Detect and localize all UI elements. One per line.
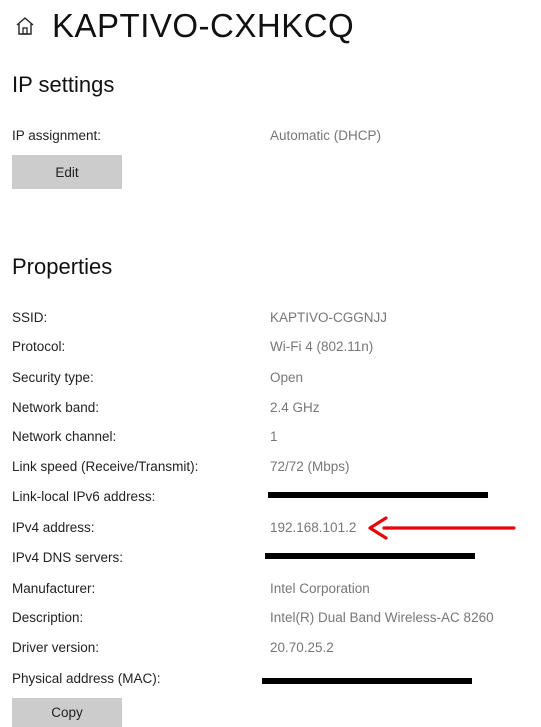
ip-assignment-label: IP assignment: bbox=[12, 128, 102, 143]
property-value: Open bbox=[270, 370, 304, 385]
redaction-bar bbox=[265, 553, 475, 559]
property-row-network-band: Network band: 2.4 GHz bbox=[12, 396, 537, 420]
redaction-bar bbox=[262, 678, 472, 684]
property-label: Driver version: bbox=[12, 640, 100, 655]
property-label: Network channel: bbox=[12, 429, 117, 444]
property-row-security-type: Security type: Open bbox=[12, 366, 537, 390]
property-value: Intel Corporation bbox=[270, 581, 370, 596]
property-label: Link-local IPv6 address: bbox=[12, 489, 156, 504]
property-value: 2.4 GHz bbox=[270, 400, 320, 415]
property-row-protocol: Protocol: Wi-Fi 4 (802.11n) bbox=[12, 335, 537, 359]
property-label: Physical address (MAC): bbox=[12, 671, 161, 686]
property-value: 20.70.25.2 bbox=[270, 640, 334, 655]
copy-button[interactable]: Copy bbox=[12, 698, 122, 727]
property-row-link-speed: Link speed (Receive/Transmit): 72/72 (Mb… bbox=[12, 455, 537, 479]
page-title: KAPTIVO-CXHKCQ bbox=[52, 7, 355, 44]
properties-heading: Properties bbox=[12, 254, 113, 279]
property-row-driver-version: Driver version: 20.70.25.2 bbox=[12, 636, 537, 660]
property-value: Intel(R) Dual Band Wireless-AC 8260 bbox=[270, 610, 494, 625]
property-label: Link speed (Receive/Transmit): bbox=[12, 459, 199, 474]
property-value: 192.168.101.2 bbox=[270, 520, 357, 535]
property-value: KAPTIVO-CGGNJJ bbox=[270, 310, 388, 325]
property-label: Manufacturer: bbox=[12, 581, 96, 596]
property-label: IPv4 DNS servers: bbox=[12, 550, 124, 565]
property-value: 1 bbox=[270, 429, 278, 444]
property-label: Security type: bbox=[12, 370, 94, 385]
ip-settings-heading: IP settings bbox=[12, 72, 115, 97]
property-row-description: Description: Intel(R) Dual Band Wireless… bbox=[12, 606, 537, 630]
ip-assignment-value: Automatic (DHCP) bbox=[270, 128, 382, 143]
property-label: IPv4 address: bbox=[12, 520, 95, 535]
property-row-manufacturer: Manufacturer: Intel Corporation bbox=[12, 577, 537, 601]
edit-button[interactable]: Edit bbox=[12, 155, 122, 189]
property-label: Protocol: bbox=[12, 339, 66, 354]
page-header: KAPTIVO-CXHKCQ bbox=[12, 4, 354, 48]
property-row-network-channel: Network channel: 1 bbox=[12, 425, 537, 449]
ip-assignment-row: IP assignment: Automatic (DHCP) bbox=[12, 124, 537, 148]
property-label: Network band: bbox=[12, 400, 100, 415]
property-row-ssid: SSID: KAPTIVO-CGGNJJ bbox=[12, 306, 537, 330]
home-icon[interactable] bbox=[12, 13, 38, 39]
property-value: Wi-Fi 4 (802.11n) bbox=[270, 339, 374, 354]
property-label: SSID: bbox=[12, 310, 48, 325]
property-label: Description: bbox=[12, 610, 84, 625]
red-arrow-icon bbox=[368, 516, 516, 540]
property-value: 72/72 (Mbps) bbox=[270, 459, 350, 474]
redaction-bar bbox=[268, 492, 488, 498]
